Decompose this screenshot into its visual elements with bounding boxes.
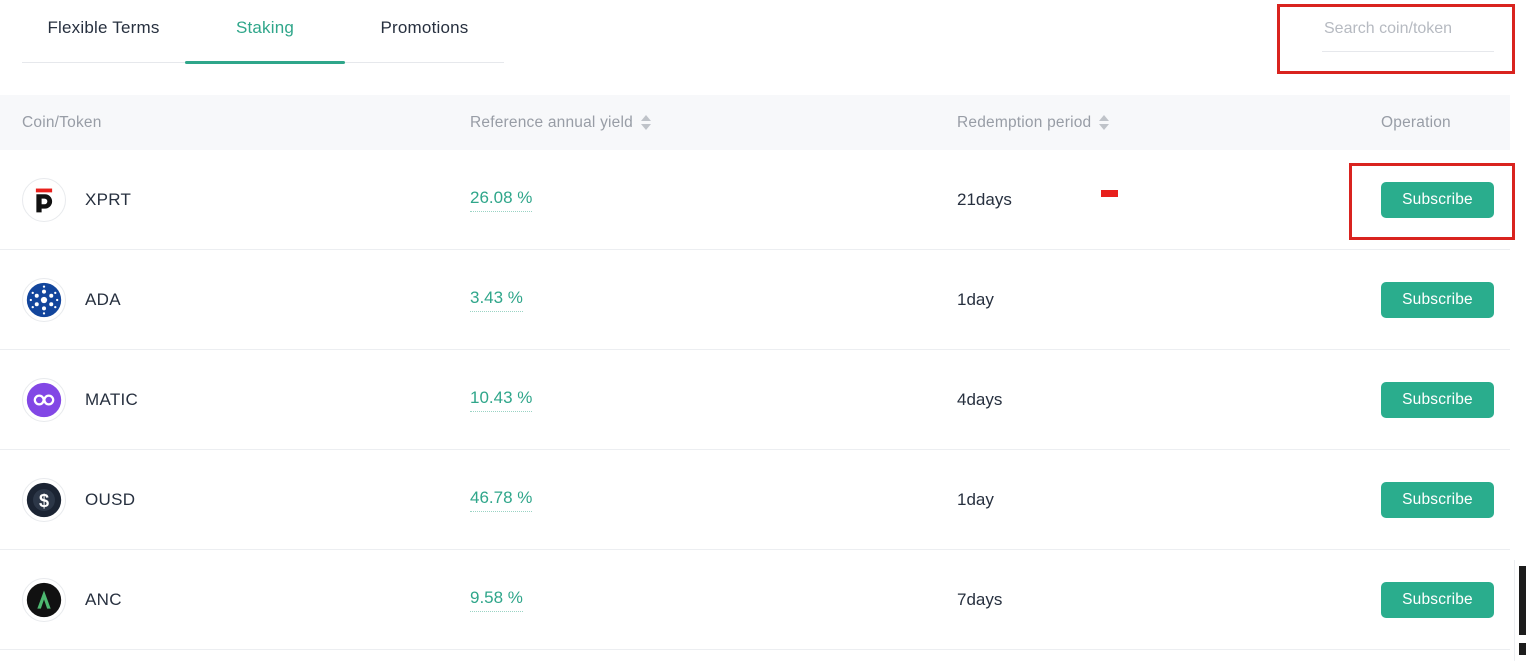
yield-cell: 3.43 %: [470, 288, 957, 312]
yield-cell: 26.08 %: [470, 188, 957, 212]
subscribe-button[interactable]: Subscribe: [1381, 581, 1494, 618]
table-header-row: Coin/Token Reference annual yield Redemp…: [0, 95, 1510, 150]
column-header-period[interactable]: Redemption period: [957, 114, 1381, 132]
operation-cell: Subscribe: [1381, 381, 1510, 418]
staking-table: Coin/Token Reference annual yield Redemp…: [0, 95, 1510, 650]
column-header-coin: Coin/Token: [0, 114, 470, 132]
sort-icon[interactable]: [640, 115, 651, 130]
period-value: 21days: [957, 189, 1012, 209]
tab-staking[interactable]: Staking: [185, 0, 345, 56]
table-row: $ OUSD 46.78 % 1day Subscribe: [0, 450, 1510, 550]
yield-cell: 9.58 %: [470, 588, 957, 612]
yield-value[interactable]: 9.58 %: [470, 588, 523, 612]
coin-cell: MATIC: [0, 377, 470, 422]
column-header-coin-label: Coin/Token: [22, 113, 102, 131]
subscribe-button[interactable]: Subscribe: [1381, 481, 1494, 518]
coin-name: XPRT: [85, 189, 132, 209]
subscribe-button[interactable]: Subscribe: [1381, 381, 1494, 418]
coin-cell: ADA: [0, 277, 470, 322]
period-cell: 1day: [957, 290, 1381, 310]
period-cell: 21days: [957, 190, 1381, 210]
period-value: 7days: [957, 589, 1003, 609]
column-header-yield[interactable]: Reference annual yield: [470, 114, 957, 132]
tab-flexible-terms-label: Flexible Terms: [47, 18, 160, 37]
yield-value[interactable]: 46.78 %: [470, 488, 533, 512]
search-box: [1322, 12, 1494, 56]
yield-value[interactable]: 3.43 %: [470, 288, 523, 312]
operation-cell: Subscribe: [1381, 181, 1510, 218]
subscribe-button[interactable]: Subscribe: [1381, 181, 1494, 218]
sort-icon[interactable]: [1099, 115, 1110, 130]
yield-cell: 10.43 %: [470, 388, 957, 412]
coin-name: ANC: [85, 589, 122, 609]
ousd-coin-icon: $: [22, 477, 66, 522]
tab-staking-label: Staking: [235, 18, 295, 37]
tab-flexible-terms[interactable]: Flexible Terms: [22, 0, 185, 56]
period-value: 1day: [957, 489, 994, 509]
column-header-operation-label: Operation: [1381, 113, 1451, 131]
tab-promotions-label: Promotions: [380, 18, 469, 37]
tab-promotions[interactable]: Promotions: [345, 0, 504, 56]
operation-cell: Subscribe: [1381, 481, 1510, 518]
table-row: XPRT 26.08 % 21days Subscribe: [0, 150, 1510, 250]
period-cell: 4days: [957, 390, 1381, 410]
coin-cell: XPRT: [0, 177, 470, 222]
annotation-marker-dash: [1101, 190, 1118, 197]
tab-bar: Flexible Terms Staking Promotions: [0, 0, 1530, 68]
coin-cell: $ OUSD: [0, 477, 470, 522]
vertical-scrollbar-thumb-secondary[interactable]: [1519, 643, 1526, 655]
svg-text:$: $: [39, 491, 49, 511]
table-row: ANC 9.58 % 7days Subscribe: [0, 550, 1510, 650]
coin-name: OUSD: [85, 489, 136, 509]
subscribe-button[interactable]: Subscribe: [1381, 281, 1494, 318]
tab-list: Flexible Terms Staking Promotions: [22, 0, 504, 66]
xprt-coin-icon: [22, 177, 66, 222]
anc-coin-icon: [22, 577, 66, 622]
yield-cell: 46.78 %: [470, 488, 957, 512]
period-cell: 7days: [957, 590, 1381, 610]
search-input[interactable]: [1322, 12, 1494, 52]
period-cell: 1day: [957, 490, 1381, 510]
column-header-operation: Operation: [1381, 114, 1510, 132]
staking-page: Flexible Terms Staking Promotions Coin/T…: [0, 0, 1530, 661]
table-row: MATIC 10.43 % 4days Subscribe: [0, 350, 1510, 450]
period-value: 4days: [957, 389, 1003, 409]
column-header-yield-label: Reference annual yield: [470, 113, 633, 131]
yield-value[interactable]: 10.43 %: [470, 388, 533, 412]
ada-coin-icon: [22, 277, 66, 322]
column-header-period-label: Redemption period: [957, 113, 1092, 131]
coin-name: ADA: [85, 289, 121, 309]
table-row: ADA 3.43 % 1day Subscribe: [0, 250, 1510, 350]
operation-cell: Subscribe: [1381, 581, 1510, 618]
coin-name: MATIC: [85, 389, 139, 409]
period-value: 1day: [957, 289, 994, 309]
operation-cell: Subscribe: [1381, 281, 1510, 318]
tab-active-indicator: [185, 61, 345, 64]
vertical-scrollbar-thumb[interactable]: [1519, 566, 1526, 635]
coin-cell: ANC: [0, 577, 470, 622]
yield-value[interactable]: 26.08 %: [470, 188, 533, 212]
matic-coin-icon: [22, 377, 66, 422]
